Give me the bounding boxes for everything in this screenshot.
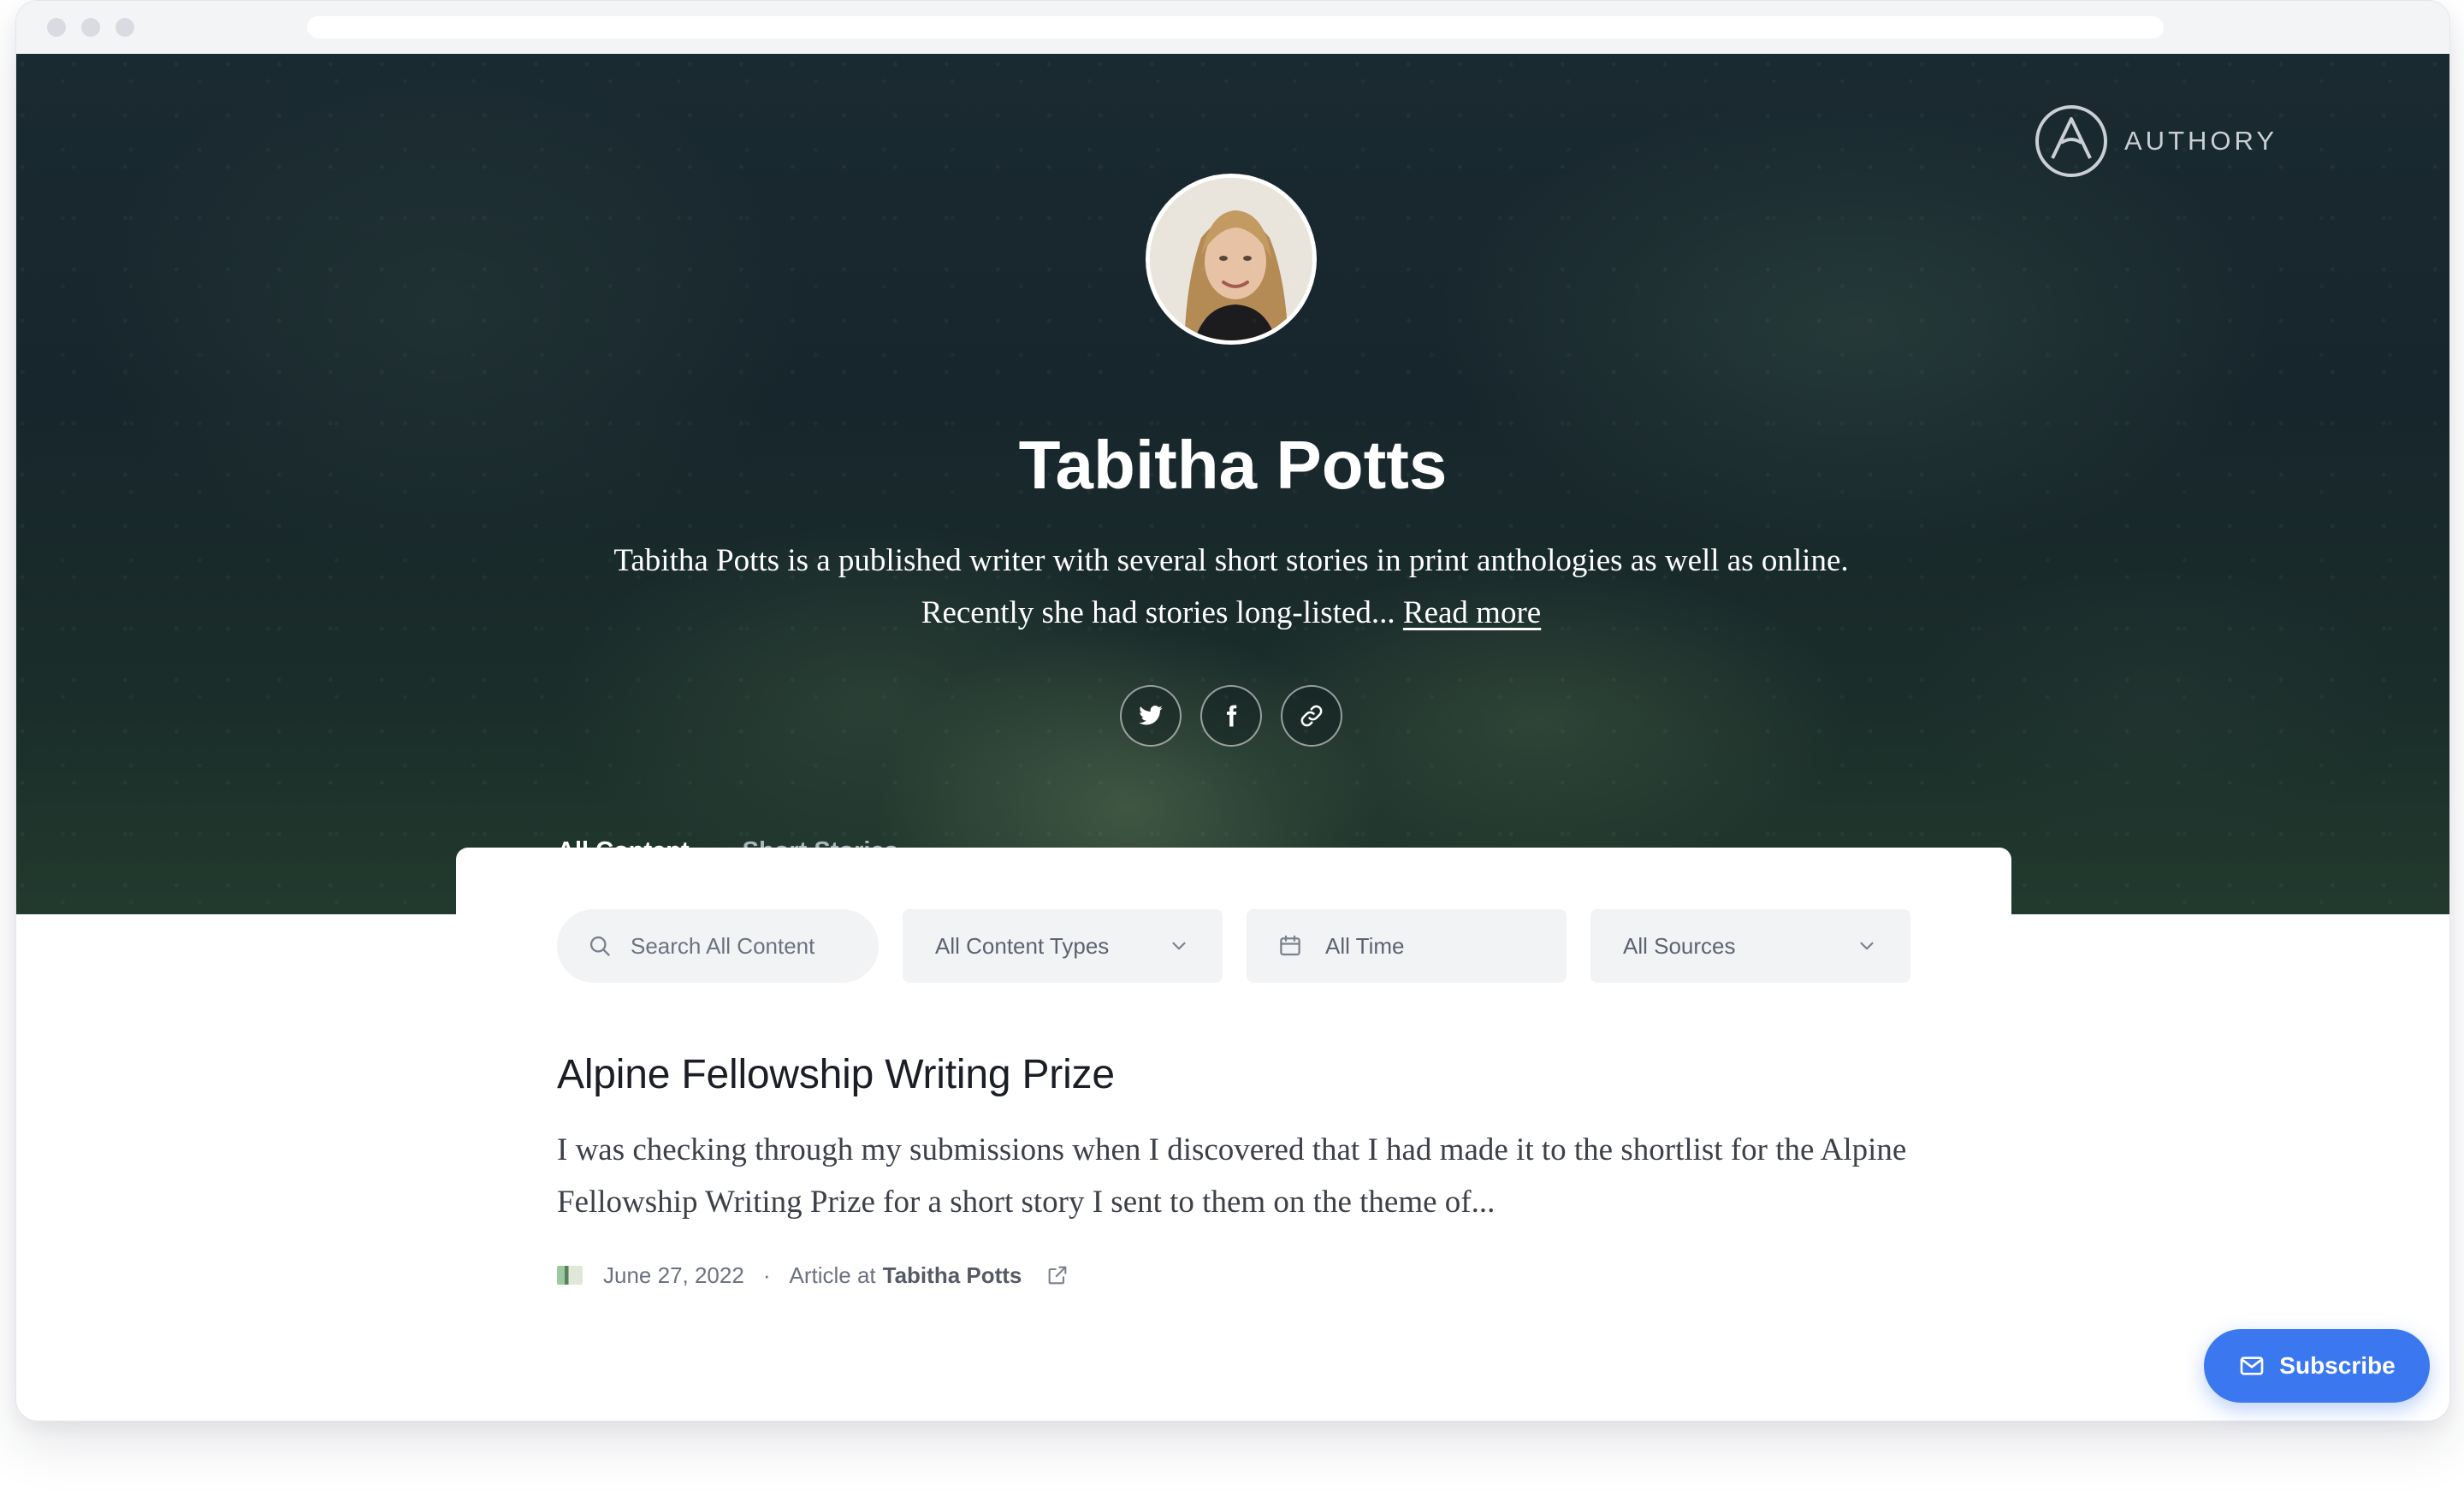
content-card: All Content Types All Time All Sources (456, 848, 2011, 1421)
website-link-button[interactable] (1281, 685, 1342, 747)
browser-titlebar (16, 1, 2449, 54)
filter-bar: All Content Types All Time All Sources (557, 909, 1910, 983)
article-excerpt: I was checking through my submissions wh… (557, 1132, 1907, 1220)
article-title[interactable]: Alpine Fellowship Writing Prize (557, 1051, 1115, 1098)
meta-separator: · (762, 1262, 771, 1288)
profile-name: Tabitha Potts (1018, 427, 1448, 503)
browser-window: AUTHORY Tabitha Potts Tabitha Potts is a… (15, 0, 2450, 1421)
external-link-icon[interactable] (1045, 1263, 1069, 1287)
chevron-down-icon (1860, 942, 1874, 950)
subscribe-label: Subscribe (2279, 1352, 2396, 1379)
time-range-value: All Time (1325, 932, 1405, 959)
avatar (1146, 174, 1317, 345)
authory-logo[interactable]: AUTHORY (2034, 103, 2277, 179)
subscribe-button[interactable]: Subscribe (2204, 1329, 2430, 1403)
calendar-icon (1280, 935, 1300, 956)
mail-icon (2240, 1356, 2264, 1375)
twitter-icon (1139, 706, 1163, 725)
bio-text: Tabitha Potts is a published writer with… (613, 543, 1849, 630)
read-more-link[interactable]: Read more (1403, 595, 1541, 630)
profile-hero: AUTHORY Tabitha Potts Tabitha Potts is a… (16, 54, 2449, 914)
link-icon (1300, 705, 1323, 727)
time-range-select[interactable]: All Time (1247, 909, 1567, 983)
search-box[interactable] (557, 909, 879, 983)
window-close-dot[interactable] (47, 18, 66, 37)
social-links (1120, 685, 1342, 747)
window-minimize-dot[interactable] (81, 18, 100, 37)
article-date: June 27, 2022 (603, 1262, 744, 1288)
content-type-select[interactable]: All Content Types (903, 909, 1223, 983)
sources-select[interactable]: All Sources (1590, 909, 1910, 983)
search-input[interactable] (629, 931, 851, 960)
content-type-value: All Content Types (935, 932, 1110, 959)
sources-value: All Sources (1623, 932, 1736, 959)
facebook-button[interactable] (1200, 685, 1262, 747)
address-bar[interactable] (307, 16, 2164, 38)
window-maximize-dot[interactable] (116, 18, 134, 37)
article-title-text[interactable]: Alpine Fellowship Writing Prize (557, 1052, 1115, 1097)
avatar-portrait (1150, 178, 1312, 340)
facebook-icon (1227, 705, 1237, 727)
brand-name: AUTHORY (2124, 126, 2278, 156)
authory-logo-icon (2035, 105, 2107, 177)
article-type: Article at (789, 1262, 876, 1288)
chevron-down-icon (1172, 942, 1186, 950)
twitter-button[interactable] (1120, 685, 1182, 747)
article-meta: June 27, 2022 · Article at Tabitha Potts (557, 1258, 1069, 1292)
profile-bio: Tabitha Potts is a published writer with… (564, 535, 1898, 639)
article-thumbnail-icon (557, 1266, 583, 1285)
article-source[interactable]: Tabitha Potts (883, 1262, 1022, 1289)
search-icon (589, 936, 610, 956)
